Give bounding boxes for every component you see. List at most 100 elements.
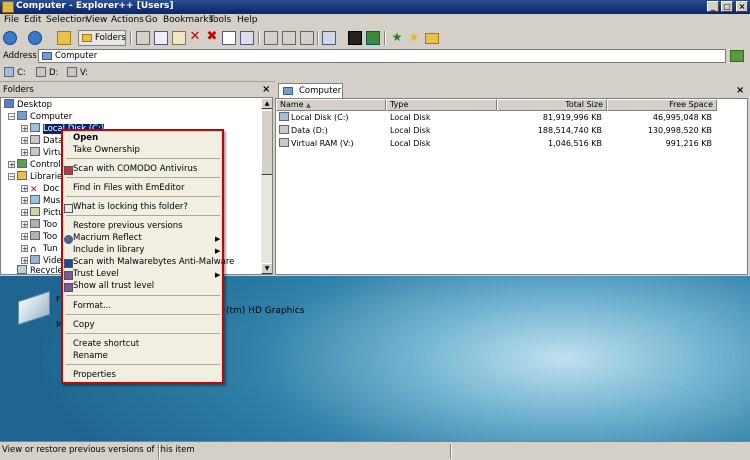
menu-file[interactable]: File <box>4 15 19 25</box>
move-to-icon[interactable] <box>282 31 296 45</box>
paste-icon[interactable] <box>172 31 186 45</box>
expand-icon[interactable]: + <box>21 185 28 193</box>
comodo-icon <box>64 166 73 175</box>
menu-bookmarks[interactable]: Bookmarks <box>163 15 213 25</box>
scroll-thumb[interactable] <box>261 110 272 175</box>
menu-item-create-shortcut[interactable]: Create shortcut <box>73 339 139 349</box>
tree-item-music[interactable]: + Mus <box>21 195 60 207</box>
menu-help[interactable]: Help <box>237 15 258 25</box>
title-bar[interactable]: Computer - Explorer++ [Users] _ □ × <box>0 0 750 14</box>
menu-item-scan-malwarebytes[interactable]: Scan with Malwarebytes Anti-Malware <box>73 257 234 267</box>
submenu-arrow-icon: ▶ <box>215 235 221 243</box>
tree-item-tools-2[interactable]: + Too <box>21 231 57 243</box>
menu-selection[interactable]: Selection <box>46 15 87 25</box>
tab-computer[interactable]: Computer <box>278 83 343 98</box>
copy-to-icon[interactable] <box>264 31 278 45</box>
menu-item-restore-previous[interactable]: Restore previous versions <box>73 221 183 231</box>
menu-item-copy[interactable]: Copy <box>73 320 95 330</box>
column-name[interactable]: Name ▲ <box>276 99 386 111</box>
menu-edit[interactable]: Edit <box>24 15 41 25</box>
tree-item-tunes[interactable]: + ∩ Tun <box>21 243 58 255</box>
menu-item-find-in-files[interactable]: Find in Files with EmEditor <box>73 183 184 193</box>
tree-item-virtual-ram[interactable]: + Virtu <box>21 147 63 159</box>
tree-item-documents[interactable]: + ✕ Doc <box>21 183 59 195</box>
menu-actions[interactable]: Actions <box>111 15 144 25</box>
organize-bookmarks-icon[interactable] <box>425 33 439 44</box>
drive-d-button[interactable]: D: <box>36 67 58 78</box>
close-button[interactable]: × <box>736 1 748 12</box>
submenu-arrow-icon: ▶ <box>215 247 221 255</box>
expand-icon[interactable]: + <box>21 221 28 229</box>
delete-permanently-icon[interactable]: ✖ <box>205 30 219 45</box>
expand-icon[interactable]: + <box>21 233 28 241</box>
menu-item-macrium-reflect[interactable]: Macrium Reflect <box>73 233 142 243</box>
expand-icon[interactable]: + <box>21 137 28 145</box>
menu-item-properties[interactable]: Properties <box>73 370 116 380</box>
menu-item-scan-comodo[interactable]: Scan with COMODO Antivirus <box>73 164 197 174</box>
back-icon[interactable] <box>3 31 17 45</box>
expand-icon[interactable]: + <box>21 125 28 133</box>
tab-close-icon[interactable]: × <box>736 85 744 96</box>
scroll-down-icon[interactable]: ▼ <box>261 263 272 274</box>
delete-icon[interactable]: ✕ <box>188 30 202 45</box>
command-prompt-icon[interactable] <box>348 31 362 45</box>
tree-item-tools-1[interactable]: + Too <box>21 219 57 231</box>
menu-tools[interactable]: Tools <box>209 15 231 25</box>
cut-icon[interactable] <box>136 31 150 45</box>
address-input[interactable]: Computer ▼ <box>38 49 726 63</box>
menu-item-show-all-trust[interactable]: Show all trust level <box>73 281 154 291</box>
forward-icon[interactable] <box>28 31 42 45</box>
views-icon[interactable] <box>322 31 336 45</box>
computer-icon <box>17 111 27 120</box>
menu-item-rename[interactable]: Rename <box>73 351 108 361</box>
drive-v-button[interactable]: V: <box>67 67 88 78</box>
tree-scrollbar[interactable]: ▲ ▼ <box>261 98 272 274</box>
column-total-size[interactable]: Total Size <box>497 99 607 111</box>
x-icon: ✕ <box>30 185 38 195</box>
expand-icon[interactable]: + <box>21 149 28 157</box>
folders-close-icon[interactable]: × <box>262 84 270 95</box>
minimize-button[interactable]: _ <box>707 1 719 12</box>
collapse-icon[interactable]: − <box>8 113 15 121</box>
tree-item-computer[interactable]: − Computer <box>8 111 72 123</box>
file-list[interactable]: Name ▲ Type Total Size Free Space Local … <box>275 98 748 275</box>
add-bookmark-icon[interactable]: ★ <box>390 31 404 45</box>
tree-item-recycle-bin[interactable]: +Recycle <box>8 265 63 274</box>
music-icon <box>30 195 40 204</box>
expand-icon[interactable]: + <box>8 161 15 169</box>
properties-icon[interactable] <box>222 31 236 45</box>
expand-icon[interactable]: + <box>21 245 28 253</box>
bookmarks-star-icon[interactable]: ★ <box>407 31 421 45</box>
drive-c-button[interactable]: C: <box>4 67 26 78</box>
expand-icon[interactable]: + <box>21 209 28 217</box>
column-free-space[interactable]: Free Space <box>607 99 717 111</box>
go-icon[interactable] <box>730 50 744 62</box>
drive-icon <box>67 67 77 77</box>
refresh-icon[interactable] <box>366 31 380 45</box>
tree-item-data[interactable]: + Data <box>21 135 63 147</box>
menu-bar: File Edit Selection View Actions Go Book… <box>0 14 750 28</box>
scroll-up-icon[interactable]: ▲ <box>261 98 272 109</box>
menu-view[interactable]: View <box>86 15 107 25</box>
tree-item-libraries[interactable]: − Libraries <box>8 171 67 183</box>
menu-item-include-in-library[interactable]: Include in library <box>73 245 144 255</box>
maximize-button[interactable]: □ <box>721 1 733 12</box>
menu-item-trust-level[interactable]: Trust Level <box>73 269 119 279</box>
copy-icon[interactable] <box>154 31 168 45</box>
tree-item-control-panel[interactable]: + Control <box>8 159 61 171</box>
up-folder-icon[interactable] <box>57 31 71 45</box>
menu-item-what-is-locking[interactable]: What is locking this folder? <box>73 202 188 212</box>
menu-go[interactable]: Go <box>145 15 157 25</box>
expand-icon[interactable]: + <box>21 197 28 205</box>
menu-item-format[interactable]: Format... <box>73 301 111 311</box>
tree-item-pictures[interactable]: + Pictu <box>21 207 64 219</box>
new-window-icon[interactable] <box>240 31 254 45</box>
collapse-icon[interactable]: − <box>8 173 15 181</box>
tree-item-desktop[interactable]: Desktop <box>4 99 52 111</box>
folders-button[interactable]: Folders <box>78 30 126 46</box>
expand-icon[interactable]: + <box>21 257 28 265</box>
column-type[interactable]: Type <box>386 99 497 111</box>
new-folder-icon[interactable] <box>300 31 314 45</box>
menu-item-open[interactable]: Open <box>73 133 98 143</box>
menu-item-take-ownership[interactable]: Take Ownership <box>73 145 140 155</box>
